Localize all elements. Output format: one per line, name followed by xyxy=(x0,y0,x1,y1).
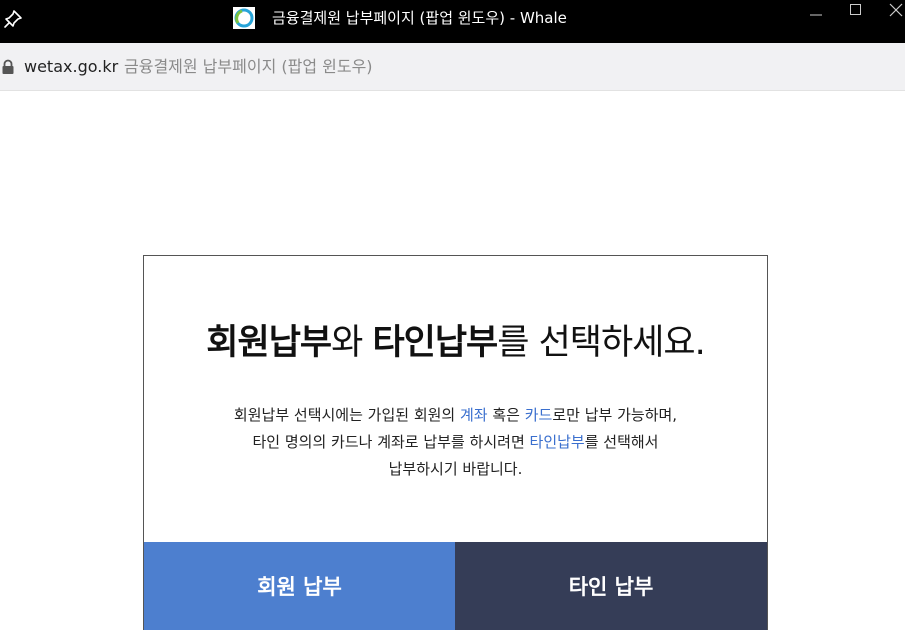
lock-icon[interactable] xyxy=(1,59,15,75)
window-titlebar: 금융결제원 납부페이지 (팝업 윈도우) - Whale xyxy=(0,0,905,43)
description: 회원납부 선택시에는 가입된 회원의 계좌 혹은 카드로만 납부 가능하며, 타… xyxy=(144,402,767,483)
headline-tail: 를 선택하세요. xyxy=(497,323,705,363)
desc-text: 혹은 xyxy=(487,406,525,424)
description-line-1: 회원납부 선택시에는 가입된 회원의 계좌 혹은 카드로만 납부 가능하며, xyxy=(144,402,767,429)
headline-member: 회원납부 xyxy=(206,323,332,363)
desc-text: 회원납부 선택시에는 가입된 회원의 xyxy=(233,406,460,424)
member-payment-button[interactable]: 회원 납부 xyxy=(144,542,455,630)
desc-text: 로만 납부 가능하며, xyxy=(552,406,678,424)
pin-icon[interactable] xyxy=(2,8,24,30)
desc-highlight-account: 계좌 xyxy=(460,406,488,424)
description-line-3: 납부하시기 바랍니다. xyxy=(388,460,523,478)
maximize-button[interactable] xyxy=(838,0,872,30)
close-button[interactable] xyxy=(878,0,905,30)
desc-text: 를 선택해서 xyxy=(584,433,659,451)
minimize-icon xyxy=(810,14,822,16)
url-page-title: 금융결제원 납부페이지 (팝업 윈도우) xyxy=(124,57,373,76)
headline-conj: 와 xyxy=(331,323,373,363)
headline-other: 타인납부 xyxy=(372,323,498,363)
close-icon xyxy=(889,3,903,17)
whale-logo-icon xyxy=(233,7,255,29)
url-domain: wetax.go.kr xyxy=(24,57,119,76)
desc-highlight-other-payment: 타인납부 xyxy=(529,433,585,451)
address-bar[interactable]: wetax.go.kr 금융결제원 납부페이지 (팝업 윈도우) xyxy=(0,43,905,91)
maximize-icon xyxy=(850,4,861,15)
description-line-2: 타인 명의의 카드나 계좌로 납부를 하시려면 타인납부를 선택해서 xyxy=(144,429,767,456)
payment-selection-card: 회원납부와 타인납부를 선택하세요. 회원납부 선택시에는 가입된 회원의 계좌… xyxy=(143,255,768,630)
desc-highlight-card: 카드 xyxy=(524,406,553,424)
minimize-button[interactable] xyxy=(798,0,832,30)
window-title: 금융결제원 납부페이지 (팝업 윈도우) - Whale xyxy=(272,9,567,27)
other-payment-button[interactable]: 타인 납부 xyxy=(455,542,767,630)
page-title: 회원납부와 타인납부를 선택하세요. xyxy=(144,320,767,366)
desc-text: 타인 명의의 카드나 계좌로 납부를 하시려면 xyxy=(252,433,530,451)
